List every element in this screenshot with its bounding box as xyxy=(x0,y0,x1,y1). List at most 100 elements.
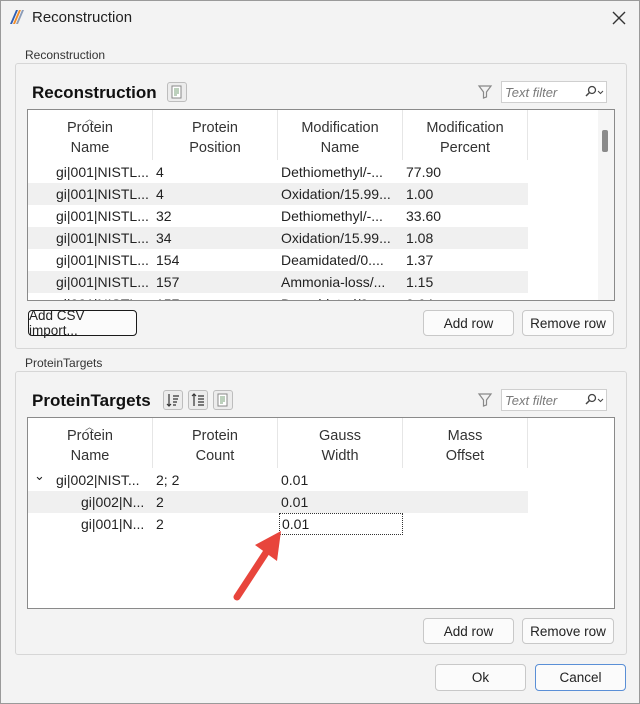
column-header-mass-offset[interactable]: Mass Offset xyxy=(403,418,528,468)
protein-targets-search-button[interactable] xyxy=(582,391,606,409)
cell-modification-name: Deamidated/0.... xyxy=(281,252,384,268)
cell-protein-name: gi|001|N... xyxy=(81,516,145,532)
sort-descending-button[interactable] xyxy=(163,390,183,410)
column-header-protein-position[interactable]: Protein Position xyxy=(153,110,278,160)
column-header-protein-name[interactable]: ︿ Protein Name xyxy=(28,110,153,160)
cell-protein-name: gi|002|N... xyxy=(81,494,145,510)
close-icon xyxy=(612,11,626,25)
table-row[interactable]: gi|001|NISTL... 32 Dethiomethyl/-... 33.… xyxy=(28,205,528,227)
cell-protein-name: gi|001|NISTL... xyxy=(56,186,149,202)
sort-ascending-icon: ︿ xyxy=(85,422,95,432)
close-button[interactable] xyxy=(599,3,639,33)
tree-row-child[interactable]: gi|002|N... 2 0.01 xyxy=(28,491,528,513)
add-csv-import-button[interactable]: Add CSV import... xyxy=(28,308,137,338)
cell-mass-offset xyxy=(406,513,526,535)
sort-ascending-button[interactable] xyxy=(188,390,208,410)
sort-ascending-icon xyxy=(191,393,204,406)
title-bar: Reconstruction xyxy=(1,1,639,35)
cell-protein-name: gi|001|NISTL... xyxy=(56,274,149,290)
reconstruction-group-label: Reconstruction xyxy=(23,48,108,62)
reconstruction-filter-input[interactable] xyxy=(502,82,580,102)
window-title: Reconstruction xyxy=(32,9,133,26)
table-copy-icon xyxy=(217,393,228,407)
sort-ascending-icon: ︿ xyxy=(85,114,95,124)
cell-modification-percent: 1.37 xyxy=(406,252,434,268)
cell-modification-name: Oxidation/15.99... xyxy=(281,186,391,202)
protein-targets-section-title: ProteinTargets xyxy=(32,391,151,410)
cell-modification-percent: 0.64 xyxy=(406,293,526,300)
reconstruction-table[interactable]: ︿ Protein Name Protein Position Modifica… xyxy=(27,109,615,301)
copy-table-button[interactable] xyxy=(167,82,187,102)
table-row[interactable]: gi|001|NISTL... 157 Ammonia-loss/... 1.1… xyxy=(28,271,528,293)
cell-modification-percent: 33.60 xyxy=(406,208,442,224)
reconstruction-filter-box xyxy=(501,81,607,103)
scrollbar-thumb[interactable] xyxy=(602,130,608,152)
expand-chevron-icon[interactable]: ⌄ xyxy=(34,465,48,487)
cell-modification-percent: 1.00 xyxy=(406,186,434,202)
search-dropdown-icon xyxy=(585,393,604,405)
reconstruction-search-button[interactable] xyxy=(582,83,606,101)
cell-modification-name: Dethiomethyl/-... xyxy=(281,164,383,180)
cell-modification-name: Ammonia-loss/... xyxy=(281,274,386,290)
column-header-protein-count[interactable]: Protein Count xyxy=(153,418,278,468)
cell-protein-name: gi|001|NISTL... xyxy=(56,293,153,300)
table-row[interactable]: gi|001|NISTL... 4 Oxidation/15.99... 1.0… xyxy=(28,183,528,205)
cell-protein-position: 157 xyxy=(156,293,276,300)
cell-gauss-width: 0.01 xyxy=(281,472,309,488)
cell-protein-position: 154 xyxy=(156,252,180,268)
cell-modification-name: Dethiomethyl/-... xyxy=(281,208,383,224)
copy-table-button[interactable] xyxy=(213,390,233,410)
cell-modification-percent: 1.15 xyxy=(406,274,434,290)
cell-mass-offset xyxy=(406,469,526,491)
column-header-modification-percent[interactable]: Modification Percent xyxy=(403,110,528,160)
cell-protein-position: 157 xyxy=(156,274,180,290)
reconstruction-vertical-scrollbar[interactable] xyxy=(598,110,614,300)
funnel-icon[interactable] xyxy=(477,84,493,100)
column-header-protein-name[interactable]: ︿ Protein Name xyxy=(28,418,153,468)
cell-protein-name: gi|001|NISTL... xyxy=(56,164,149,180)
table-copy-icon xyxy=(171,85,182,99)
table-row[interactable]: gi|001|NISTL... 34 Oxidation/15.99... 1.… xyxy=(28,227,528,249)
protein-targets-filter-input[interactable] xyxy=(502,390,580,410)
cell-modification-name: Oxidation/15.99... xyxy=(281,230,391,246)
cell-modification-percent: 1.08 xyxy=(406,230,434,246)
column-header-modification-name[interactable]: Modification Name xyxy=(278,110,403,160)
cell-protein-position: 4 xyxy=(156,186,164,202)
gauss-width-edit-cell[interactable]: 0.01 xyxy=(279,513,403,535)
cell-protein-count: 2 xyxy=(156,494,164,510)
sort-descending-icon xyxy=(166,394,179,407)
tree-row-child[interactable]: gi|001|N... 2 0.01 xyxy=(28,513,528,535)
cell-gauss-width: 0.01 xyxy=(281,494,309,510)
protein-targets-group-label: ProteinTargets xyxy=(23,356,105,370)
cell-modification-percent: 77.90 xyxy=(406,164,442,180)
cell-protein-name: gi|001|NISTL... xyxy=(56,252,149,268)
protein-targets-add-row-button[interactable]: Add row xyxy=(423,618,514,644)
table-row[interactable]: gi|001|NISTL... 4 Dethiomethyl/-... 77.9… xyxy=(28,161,528,183)
cell-protein-position: 4 xyxy=(156,164,164,180)
cell-protein-name: gi|002|NIST... xyxy=(56,472,140,488)
protein-targets-remove-row-button[interactable]: Remove row xyxy=(522,618,614,644)
tree-row-parent[interactable]: ⌄ gi|002|NIST... 2; 2 0.01 xyxy=(28,468,528,491)
app-logo-icon xyxy=(10,10,24,24)
funnel-icon[interactable] xyxy=(477,392,493,408)
cell-protein-position: 34 xyxy=(156,230,172,246)
table-row[interactable]: gi|001|NISTL... 154 Deamidated/0.... 1.3… xyxy=(28,249,528,271)
column-header-gauss-width[interactable]: Gauss Width xyxy=(278,418,403,468)
ok-button[interactable]: Ok xyxy=(435,664,526,691)
reconstruction-section-title: Reconstruction xyxy=(32,83,157,102)
reconstruction-dialog: Reconstruction Reconstruction Reconstruc… xyxy=(0,0,640,704)
cell-protein-name: gi|001|NISTL... xyxy=(56,208,149,224)
protein-targets-table[interactable]: ︿ Protein Name Protein Count Gauss Width… xyxy=(27,417,615,609)
cell-modification-name: Deamidated/0.... xyxy=(281,293,401,300)
cell-mass-offset xyxy=(406,491,526,513)
reconstruction-remove-row-button[interactable]: Remove row xyxy=(522,310,614,336)
cell-protein-count: 2; 2 xyxy=(156,472,180,488)
reconstruction-add-row-button[interactable]: Add row xyxy=(423,310,514,336)
cancel-button[interactable]: Cancel xyxy=(535,664,626,691)
protein-targets-filter-box xyxy=(501,389,607,411)
search-dropdown-icon xyxy=(585,85,604,97)
cell-protein-position: 32 xyxy=(156,208,172,224)
table-row[interactable]: gi|001|NISTL... 157 Deamidated/0.... 0.6… xyxy=(28,293,528,300)
cell-protein-name: gi|001|NISTL... xyxy=(56,230,149,246)
cell-protein-count: 2 xyxy=(156,516,164,532)
